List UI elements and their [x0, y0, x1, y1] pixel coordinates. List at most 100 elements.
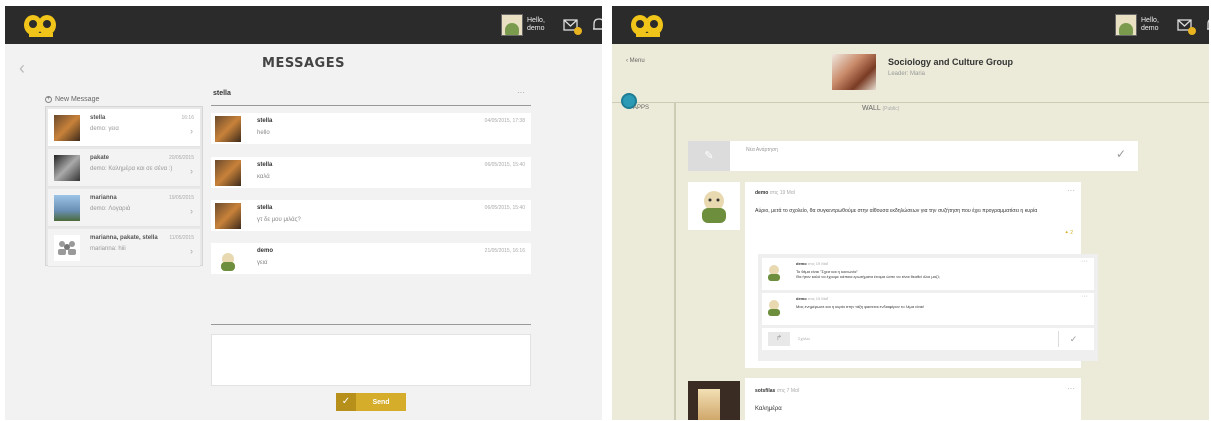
conversation-name: pakate: [90, 155, 110, 161]
wall-label: WALL: [862, 105, 881, 112]
conversation-item[interactable]: marianna, pakate, stella marianna: hiii …: [48, 229, 200, 267]
more-options-icon[interactable]: ···: [1081, 258, 1088, 265]
top-bar: Hello, demo: [612, 6, 1209, 44]
message-text: γεια: [257, 260, 268, 266]
message-text: καλά: [257, 174, 270, 180]
avatar: [215, 116, 241, 142]
thread-header: stella ···: [211, 88, 531, 106]
conversation-name: marianna, pakate, stella: [90, 235, 158, 241]
conversation-item[interactable]: pakate demo: Καλημέρα και σε σένα :) 20/…: [48, 149, 200, 187]
message-text: γτ δε μου μιλάς?: [257, 217, 301, 223]
conversation-preview: demo: Καλημέρα και σε σένα :): [90, 166, 173, 172]
avatar: [215, 246, 241, 272]
more-options-icon[interactable]: ···: [1067, 186, 1075, 195]
messages-icon[interactable]: [1175, 15, 1196, 35]
divider: [612, 102, 1209, 103]
message-time: 06/05/2015, 15:40: [484, 205, 525, 211]
back-label: Menu: [629, 58, 645, 64]
group-image: [832, 54, 876, 90]
wall-title: WALL (Public): [862, 105, 899, 112]
message-author: stella: [257, 162, 273, 168]
send-button[interactable]: ✓ Send: [336, 393, 406, 411]
conversation-time: 20/05/2015: [168, 155, 194, 161]
like-button[interactable]: ✦ 2: [1065, 230, 1073, 236]
new-post-placeholder: Νέα Ανάρτηση: [746, 147, 778, 153]
post-author: sotsfilas στις 7 Μαΐ: [755, 388, 799, 394]
comment-placeholder: Σχόλιο: [798, 336, 810, 341]
comment-author: demo στις 19 Μαΐ: [796, 261, 828, 266]
page-title: MESSAGES: [262, 56, 345, 71]
user-menu[interactable]: Hello, demo: [501, 6, 602, 44]
more-options-icon[interactable]: ···: [517, 88, 525, 97]
send-label: Send: [372, 398, 390, 406]
group-wall-screen: Hello, demo ‹ Menu Sociology and Culture…: [612, 6, 1209, 420]
avatar: [1115, 14, 1137, 36]
post-text: Αύριο, μετά το σχολείο, θα συγκεντρωθούμ…: [755, 208, 1038, 214]
chevron-right-icon: ›: [190, 206, 193, 216]
wall-post: sotsfilas στις 7 Μαΐ ··· Καλημέρα: [745, 378, 1081, 420]
message-author: stella: [257, 118, 273, 124]
apps-label[interactable]: APPS: [633, 105, 649, 111]
message: stella γτ δε μου μιλάς? 06/05/2015, 15:4…: [211, 200, 531, 231]
like-count: 2: [1070, 230, 1073, 236]
message-time: 21/05/2015, 16:16: [484, 248, 525, 254]
new-message-label: New Message: [55, 96, 100, 103]
comments-section: demo στις 19 Μαΐ Το θέμα είναι "Σχεσ και…: [758, 254, 1098, 361]
avatar: [501, 14, 523, 36]
chevron-right-icon: ›: [190, 166, 193, 176]
notifications-bell-icon[interactable]: [589, 15, 602, 35]
avatar: [54, 195, 80, 221]
wall-post: demo στις 19 Μαΐ ··· Αύριο, μετά το σχολ…: [745, 182, 1098, 368]
thread-title: stella: [213, 90, 231, 97]
comment-input[interactable]: ↱ Σχόλιο ✓: [762, 328, 1094, 350]
more-options-icon[interactable]: ···: [1067, 384, 1075, 393]
comment-time: στις 19 Μαΐ: [807, 261, 828, 266]
avatar: [215, 203, 241, 229]
message-input[interactable]: [211, 334, 531, 386]
message-author: stella: [257, 205, 273, 211]
message-time: 06/05/2015, 15:40: [484, 162, 525, 168]
comment: demo στις 19 Μαΐ Μας ενημέρωσε και η κυρ…: [762, 293, 1094, 325]
divider: [674, 102, 676, 420]
user-menu[interactable]: Hello, demo: [1115, 6, 1209, 44]
avatar: [688, 381, 740, 420]
checkmark-icon[interactable]: ✓: [1058, 331, 1088, 347]
conversation-item[interactable]: marianna demo: Λογαριά 19/05/2015 ›: [48, 189, 200, 227]
message-text: hello: [257, 130, 270, 136]
new-message-button[interactable]: + New Message: [45, 96, 99, 103]
conversation-preview: marianna: hiii: [90, 246, 126, 252]
new-post-box[interactable]: ✎ Νέα Ανάρτηση ✓: [688, 141, 1138, 171]
avatar: [54, 115, 80, 141]
conversation-preview: demo: Λογαριά: [90, 206, 131, 212]
checkmark-icon[interactable]: ✓: [1116, 147, 1126, 161]
comment-text: Μας ενημέρωσε και η κυρία στην τάξη φαιν…: [796, 304, 925, 309]
message: stella hello 04/05/2015, 17:38: [211, 113, 531, 144]
share-icon[interactable]: ↱: [768, 332, 790, 346]
conversation-item[interactable]: stella demo: γεια 16:16 ›: [48, 109, 200, 147]
conversation-list: stella demo: γεια 16:16 › pakate demo: Κ…: [45, 106, 203, 267]
avatar: [54, 155, 80, 181]
e-me-logo[interactable]: [628, 12, 668, 38]
post-author: demo στις 19 Μαΐ: [755, 190, 795, 196]
more-options-icon[interactable]: ···: [1081, 293, 1088, 300]
messages-icon[interactable]: [561, 15, 582, 35]
conversation-preview: demo: γεια: [90, 126, 119, 132]
comment-author: demo στις 19 Μαΐ: [796, 296, 828, 301]
messages-screen: Hello, demo ‹ MESSAGES + New Message ste…: [5, 6, 602, 420]
wall-sub: (Public): [882, 106, 900, 112]
message: demo γεια 21/05/2015, 16:16: [211, 243, 531, 274]
avatar: [768, 265, 780, 281]
hello-text: Hello, demo: [1141, 17, 1159, 32]
chevron-right-icon: ›: [190, 246, 193, 256]
top-bar: Hello, demo: [5, 6, 602, 44]
post-text: Καλημέρα: [755, 406, 782, 412]
back-button[interactable]: ‹ Menu: [626, 58, 645, 64]
group-avatar-icon: [54, 235, 80, 261]
divider: [211, 324, 531, 325]
notifications-bell-icon[interactable]: [1203, 15, 1209, 35]
avatar: [768, 300, 780, 316]
comment: demo στις 19 Μαΐ Το θέμα είναι "Σχεσ και…: [762, 258, 1094, 290]
hello-text: Hello, demo: [527, 17, 545, 32]
edit-icon: ✎: [688, 141, 730, 171]
e-me-logo[interactable]: [21, 12, 61, 38]
